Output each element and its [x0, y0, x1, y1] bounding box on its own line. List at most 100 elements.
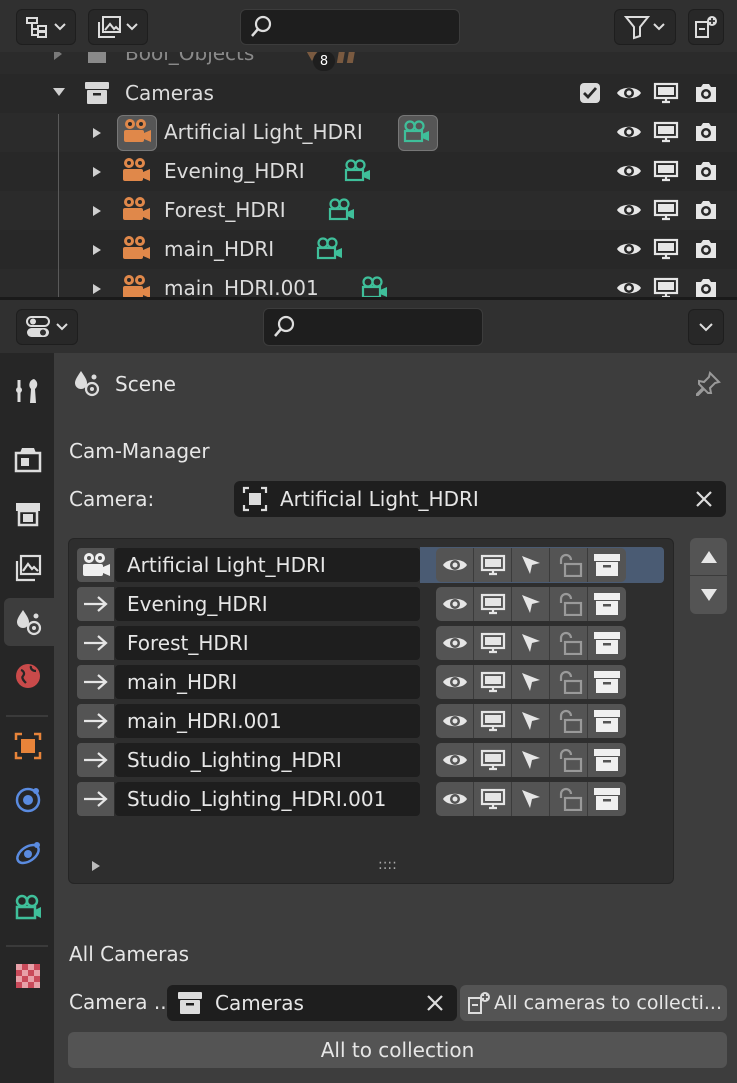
move-to-collection-button[interactable]: [588, 665, 626, 699]
set-active-camera-button[interactable]: [77, 626, 114, 660]
toggle-viewport-visibility-button[interactable]: [436, 782, 474, 816]
toggle-selectable-button[interactable]: [512, 548, 550, 582]
pin-icon[interactable]: [694, 370, 722, 398]
tab-scene[interactable]: [4, 598, 54, 646]
options-dropdown[interactable]: [688, 309, 724, 345]
move-to-collection-button[interactable]: [588, 704, 626, 738]
camera-render-icon[interactable]: [693, 160, 719, 182]
all-to-collection-button[interactable]: All to collection: [68, 1032, 727, 1068]
checkbox-checked-icon[interactable]: [579, 82, 601, 104]
camera-name-field[interactable]: Evening_HDRI: [115, 587, 420, 621]
collapse-arrow-icon[interactable]: [52, 86, 66, 98]
monitor-icon[interactable]: [653, 160, 679, 182]
expand-arrow-icon[interactable]: [92, 283, 102, 295]
monitor-icon[interactable]: [653, 238, 679, 260]
tab-physics[interactable]: [4, 776, 52, 824]
set-active-camera-button[interactable]: [77, 782, 114, 816]
filter-view-dropdown[interactable]: [88, 9, 148, 45]
eye-icon[interactable]: [616, 123, 642, 141]
set-active-camera-button[interactable]: [77, 587, 114, 621]
camera-name-field[interactable]: Forest_HDRI: [115, 626, 420, 660]
toggle-selectable-button[interactable]: [512, 743, 550, 777]
toggle-lock-button[interactable]: [550, 626, 588, 660]
camera-name-field[interactable]: main_HDRI.001: [115, 704, 420, 738]
move-to-collection-button[interactable]: [588, 587, 626, 621]
expand-arrow-icon[interactable]: [52, 52, 64, 61]
toggle-selectable-button[interactable]: [512, 704, 550, 738]
tab-render[interactable]: [4, 436, 52, 484]
expand-arrow-icon[interactable]: [92, 205, 102, 217]
camera-name-field[interactable]: Artificial Light_HDRI: [115, 548, 420, 582]
move-down-button[interactable]: [690, 576, 727, 614]
expand-arrow-icon[interactable]: [92, 166, 102, 178]
camera-render-icon[interactable]: [693, 199, 719, 221]
editor-type-dropdown[interactable]: [16, 309, 78, 345]
toggle-lock-button[interactable]: [550, 704, 588, 738]
eye-icon[interactable]: [616, 240, 642, 258]
camera-render-icon[interactable]: [693, 121, 719, 143]
toggle-viewport-display-button[interactable]: [474, 782, 512, 816]
eye-icon[interactable]: [616, 201, 642, 219]
expand-arrow-icon[interactable]: [92, 244, 102, 256]
toggle-viewport-display-button[interactable]: [474, 704, 512, 738]
tab-constraints[interactable]: [4, 830, 52, 878]
resize-grip[interactable]: ::::: [378, 857, 397, 873]
camera-render-icon[interactable]: [693, 82, 719, 104]
camera-name-field[interactable]: Studio_Lighting_HDRI: [115, 743, 420, 777]
properties-search-input[interactable]: [263, 308, 483, 346]
toggle-selectable-button[interactable]: [512, 587, 550, 621]
tab-view-layer[interactable]: [4, 544, 52, 592]
tab-texture[interactable]: [4, 952, 52, 1000]
camera-render-icon[interactable]: [693, 238, 719, 260]
eye-icon[interactable]: [616, 162, 642, 180]
eye-icon[interactable]: [616, 84, 642, 102]
toggle-lock-button[interactable]: [550, 548, 588, 582]
expand-arrow-icon[interactable]: [92, 127, 102, 139]
toggle-lock-button[interactable]: [550, 782, 588, 816]
toggle-viewport-display-button[interactable]: [474, 548, 512, 582]
expand-filter-arrow-icon[interactable]: [90, 860, 102, 872]
tab-object[interactable]: [4, 722, 52, 770]
close-icon[interactable]: [694, 489, 714, 509]
toggle-selectable-button[interactable]: [512, 782, 550, 816]
all-cameras-to-collection-button[interactable]: All cameras to collecti...: [460, 985, 727, 1021]
toggle-viewport-visibility-button[interactable]: [436, 704, 474, 738]
toggle-viewport-visibility-button[interactable]: [436, 548, 474, 582]
camera-field[interactable]: Artificial Light_HDRI: [234, 481, 726, 517]
eye-icon[interactable]: [616, 279, 642, 297]
camera-name-field[interactable]: main_HDRI: [115, 665, 420, 699]
monitor-icon[interactable]: [653, 121, 679, 143]
tab-tool[interactable]: [4, 367, 52, 415]
tab-output[interactable]: [4, 490, 52, 538]
new-collection-button[interactable]: [688, 9, 724, 45]
set-active-camera-button[interactable]: [77, 743, 114, 777]
toggle-viewport-visibility-button[interactable]: [436, 626, 474, 660]
set-active-camera-button[interactable]: [77, 704, 114, 738]
toggle-lock-button[interactable]: [550, 743, 588, 777]
toggle-lock-button[interactable]: [550, 665, 588, 699]
monitor-icon[interactable]: [653, 199, 679, 221]
outliner-row-bool-objects[interactable]: Bool_Objects 8: [0, 52, 737, 74]
close-icon[interactable]: [425, 993, 445, 1013]
filter-dropdown[interactable]: [614, 9, 676, 45]
tab-world[interactable]: [4, 652, 52, 700]
toggle-viewport-visibility-button[interactable]: [436, 743, 474, 777]
move-to-collection-button[interactable]: [588, 626, 626, 660]
toggle-viewport-visibility-button[interactable]: [436, 665, 474, 699]
display-mode-dropdown[interactable]: [16, 9, 76, 45]
monitor-icon[interactable]: [653, 82, 679, 104]
tab-camera-data[interactable]: [4, 884, 52, 932]
monitor-icon[interactable]: [653, 277, 679, 297]
toggle-viewport-display-button[interactable]: [474, 587, 512, 621]
collection-field[interactable]: Cameras: [167, 985, 457, 1021]
toggle-selectable-button[interactable]: [512, 665, 550, 699]
outliner-search-input[interactable]: [240, 9, 460, 45]
toggle-viewport-visibility-button[interactable]: [436, 587, 474, 621]
move-to-collection-button[interactable]: [588, 743, 626, 777]
toggle-viewport-display-button[interactable]: [474, 626, 512, 660]
toggle-selectable-button[interactable]: [512, 626, 550, 660]
move-up-button[interactable]: [690, 538, 727, 576]
toggle-viewport-display-button[interactable]: [474, 743, 512, 777]
camera-name-field[interactable]: Studio_Lighting_HDRI.001: [115, 782, 420, 816]
toggle-viewport-display-button[interactable]: [474, 665, 512, 699]
